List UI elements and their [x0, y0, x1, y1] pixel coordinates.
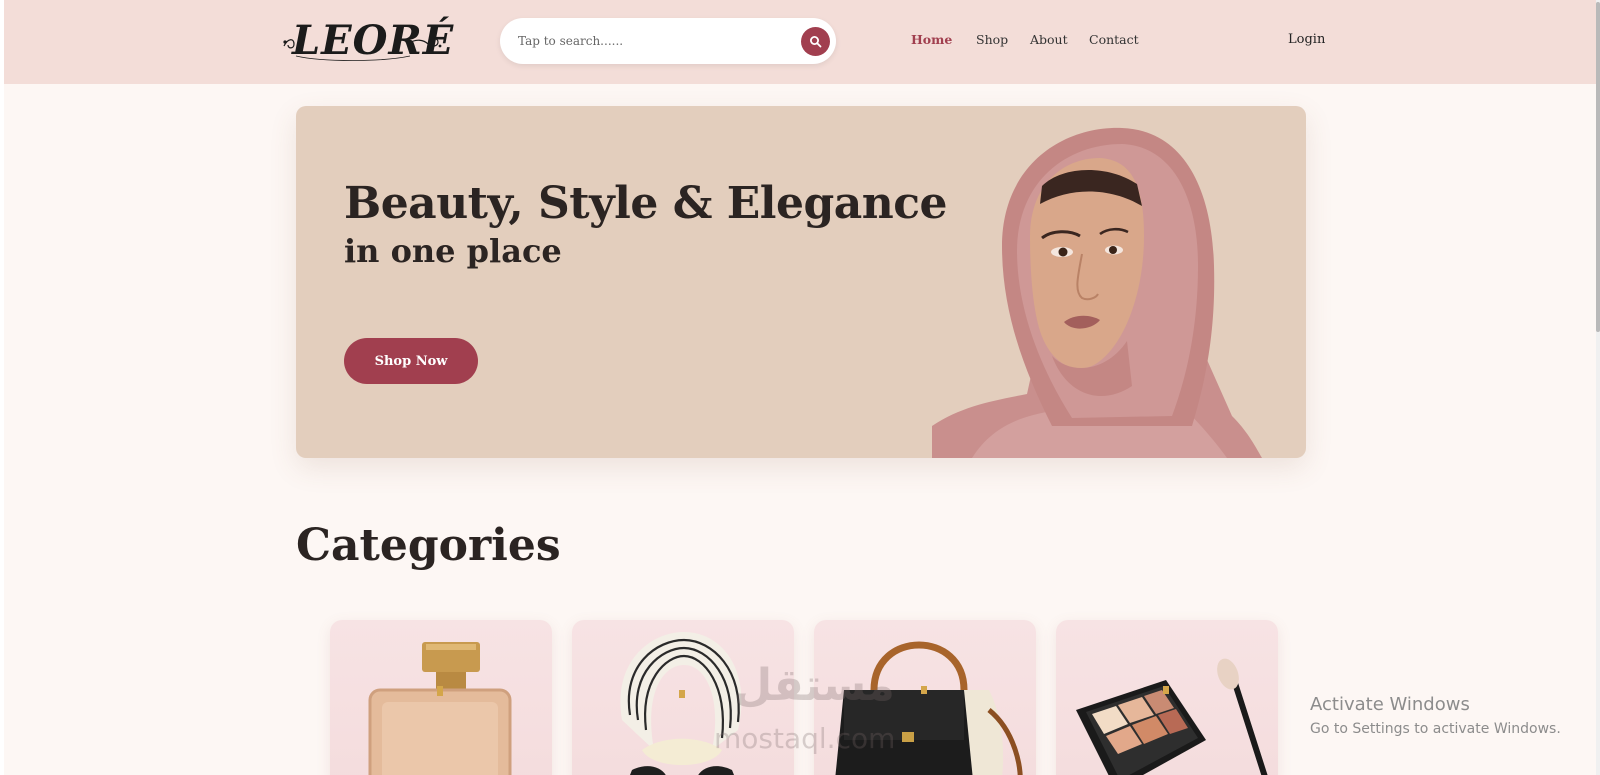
page-scrollbar[interactable] — [1596, 0, 1600, 775]
activate-windows-subtitle: Go to Settings to activate Windows. — [1310, 721, 1561, 737]
categories-heading: Categories — [296, 520, 561, 571]
hero-banner: Beauty, Style & Elegance in one place Sh… — [296, 106, 1306, 458]
search-input[interactable] — [518, 30, 778, 52]
search-bar — [500, 18, 836, 64]
page: LEORÉ Home Shop About Contact Login Beau… — [4, 0, 1596, 775]
hero-title: Beauty, Style & Elegance — [344, 178, 948, 229]
search-icon — [810, 36, 822, 48]
site-header: LEORÉ Home Shop About Contact Login — [4, 0, 1596, 84]
nav-contact[interactable]: Contact — [1089, 32, 1139, 47]
activate-windows-title: Activate Windows — [1310, 694, 1470, 715]
search-button[interactable] — [801, 27, 830, 56]
mostaql-watermark: مستقل mostaql.com — [694, 660, 914, 760]
nav-home[interactable]: Home — [911, 32, 952, 47]
nav-shop[interactable]: Shop — [976, 32, 1008, 47]
nav-about[interactable]: About — [1030, 32, 1068, 47]
category-card-makeup[interactable] — [1056, 620, 1278, 775]
brand-logo[interactable]: LEORÉ — [282, 16, 453, 66]
category-card-perfume[interactable] — [330, 620, 552, 775]
watermark-domain-text: mostaql.com — [714, 722, 896, 755]
perfume-bottle-image — [368, 642, 512, 775]
makeup-palette-image — [1076, 658, 1268, 775]
scrollbar-thumb[interactable] — [1596, 2, 1600, 332]
login-link[interactable]: Login — [1288, 32, 1325, 47]
watermark-arabic-text: مستقل — [734, 660, 895, 711]
activate-windows-notice: Activate Windows Go to Settings to activ… — [1310, 694, 1561, 737]
hero-subtitle: in one place — [344, 232, 562, 270]
shop-now-button[interactable]: Shop Now — [344, 338, 478, 384]
logo-text: LEORÉ — [292, 17, 455, 64]
hero-model-image — [932, 127, 1262, 458]
